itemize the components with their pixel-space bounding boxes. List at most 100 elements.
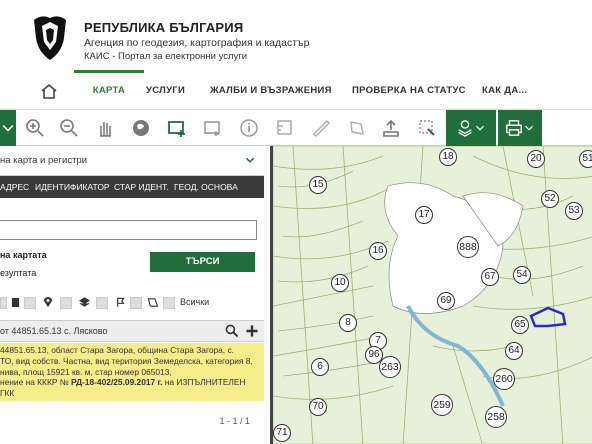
parcel-number-label: 10: [331, 274, 349, 292]
layer-select-value: на карта и регистри: [0, 155, 88, 166]
tab-status-check[interactable]: ПРОВЕРКА НА СТАТУС: [352, 70, 466, 110]
filter-checkbox[interactable]: [96, 297, 108, 309]
export-area-button[interactable]: [410, 110, 444, 146]
parcel-number-label: 8: [339, 314, 357, 332]
info-button[interactable]: [232, 110, 266, 146]
measure-area-button[interactable]: [268, 110, 302, 146]
parcel-number-label: 71: [273, 424, 291, 442]
tab-complaints[interactable]: ЖАЛБИ И ВЪЗРАЖЕНИЯ: [210, 70, 332, 110]
filter-checkbox[interactable]: [0, 297, 7, 309]
tab-services[interactable]: УСЛУГИ: [146, 70, 185, 110]
map-canvas[interactable]: 1820511552531788816546710696587966462632…: [270, 146, 592, 444]
zoom-in-icon: [26, 119, 44, 137]
parcel-number-label: 53: [565, 202, 583, 220]
parcel-number-label: 15: [309, 176, 327, 194]
polygon-icon: [147, 298, 159, 307]
portal-name: КАИС - Портал за електронни услуги: [84, 51, 248, 62]
building-icon: [11, 298, 20, 307]
select-rectangle-icon: [168, 121, 185, 137]
order-link[interactable]: РД-18-402/25.09.2017 г.: [71, 377, 162, 387]
full-extent-button[interactable]: [124, 110, 158, 146]
parcel-number-label: 67: [481, 268, 499, 286]
layers-icon: [458, 120, 472, 137]
area-measure-icon: [277, 120, 292, 135]
parcel-number-label: 51: [579, 150, 592, 168]
home-button[interactable]: [33, 78, 65, 104]
parcel-number-label: 6: [311, 358, 329, 376]
select-cursor-icon: [419, 120, 435, 136]
select-area-button[interactable]: [160, 110, 194, 146]
filter-checkbox[interactable]: [130, 297, 142, 309]
tab-map[interactable]: КАРТА: [74, 70, 144, 110]
tab-address[interactable]: АДРЕС: [0, 182, 29, 192]
home-icon: [41, 83, 57, 99]
parcel-number-label: 65: [511, 316, 529, 334]
parcel-number-label: 54: [513, 266, 531, 284]
result-line: ГКК: [0, 388, 15, 399]
parcel-number-label: 263: [379, 356, 401, 378]
parcel-number-label: 17: [415, 206, 433, 224]
measure-distance-button[interactable]: [304, 110, 338, 146]
select-dashed-icon: [204, 121, 220, 136]
chevron-down-icon: [2, 125, 14, 132]
chevron-down-icon: [524, 125, 534, 131]
parcel-number-label: 260: [493, 368, 515, 390]
flag-icon: [117, 297, 125, 307]
draw-polygon-button[interactable]: [340, 110, 374, 146]
pager: 1 - 1 / 1: [219, 416, 250, 426]
search-input[interactable]: [0, 220, 257, 240]
select-feature-button[interactable]: [196, 110, 230, 146]
layer-select[interactable]: на карта и регистри: [0, 146, 264, 176]
filter-checkbox[interactable]: [163, 297, 175, 309]
collapse-button[interactable]: [0, 110, 16, 146]
parcel-number-label: 259: [431, 394, 453, 416]
chevron-down-icon: [245, 157, 255, 163]
tab-how-to[interactable]: КАК ДА...: [482, 70, 527, 110]
agency-name: Агенция по геодезия, картография и кадас…: [84, 37, 310, 49]
zoom-to-icon[interactable]: [224, 323, 240, 339]
search-tabs: АДРЕС ИДЕНТИФИКАТОР СТАР ИДЕНТ. ГЕОД. ОС…: [0, 176, 264, 198]
location-pin-icon: [44, 297, 52, 307]
upload-icon: [383, 119, 399, 137]
info-icon: [240, 119, 258, 137]
parcel-number-label: 52: [541, 190, 559, 208]
parcel-number-label: 16: [369, 242, 387, 260]
tab-old-identifier[interactable]: СТАР ИДЕНТ.: [114, 182, 169, 192]
result-label: езултата: [0, 268, 37, 278]
search-button[interactable]: ТЪРСИ: [150, 252, 255, 272]
tab-geodetic-base[interactable]: ГЕОД. ОСНОВА: [174, 182, 238, 192]
parcel-number-label: 18: [439, 148, 457, 166]
pan-button[interactable]: [88, 110, 122, 146]
layers-dropdown-button[interactable]: [446, 110, 496, 146]
zoom-out-button[interactable]: [52, 110, 86, 146]
search-panel: на карта и регистри АДРЕС ИДЕНТИФИКАТОР …: [0, 146, 270, 444]
print-dropdown-button[interactable]: [498, 110, 542, 146]
chevron-down-icon: [475, 125, 485, 131]
result-line: 44851.65.13, област Стара Загора, община…: [0, 345, 234, 355]
parcel-number-label: 69: [437, 292, 455, 310]
zoom-in-button[interactable]: [18, 110, 52, 146]
print-icon: [506, 120, 522, 136]
parcel-number-label: 70: [309, 398, 327, 416]
result-line: нение на КККР № РД-18-402/25.09.2017 г. …: [0, 377, 246, 388]
tab-identifier[interactable]: ИДЕНТИФИКАТОР: [35, 182, 110, 192]
filter-all-label: Всички: [180, 297, 210, 307]
show-on-map-label: на картата: [0, 250, 47, 260]
coat-of-arms-icon: [34, 16, 66, 60]
filter-checkbox[interactable]: [24, 297, 36, 309]
parcel-number-label: 20: [527, 150, 545, 168]
polygon-icon: [350, 121, 364, 135]
hand-icon: [100, 122, 111, 137]
result-line: нива, площ 15921 кв. м, стар номер 06501…: [0, 366, 172, 377]
globe-icon: [133, 120, 149, 136]
parcel-number-label: 888: [457, 236, 479, 258]
result-header: от 44851.65.13 с. Лясково: [0, 320, 264, 342]
filter-checkbox[interactable]: [60, 297, 72, 309]
layers-icon: [79, 297, 90, 307]
map-toolbar: [0, 110, 592, 146]
parcel-number-label: 258: [485, 406, 507, 428]
main-nav: КАРТА УСЛУГИ ЖАЛБИ И ВЪЗРАЖЕНИЯ ПРОВЕРКА…: [0, 70, 592, 110]
upload-button[interactable]: [374, 110, 408, 146]
add-icon[interactable]: [244, 323, 260, 339]
result-item[interactable]: 44851.65.13, област Стара Загора, община…: [0, 343, 264, 401]
